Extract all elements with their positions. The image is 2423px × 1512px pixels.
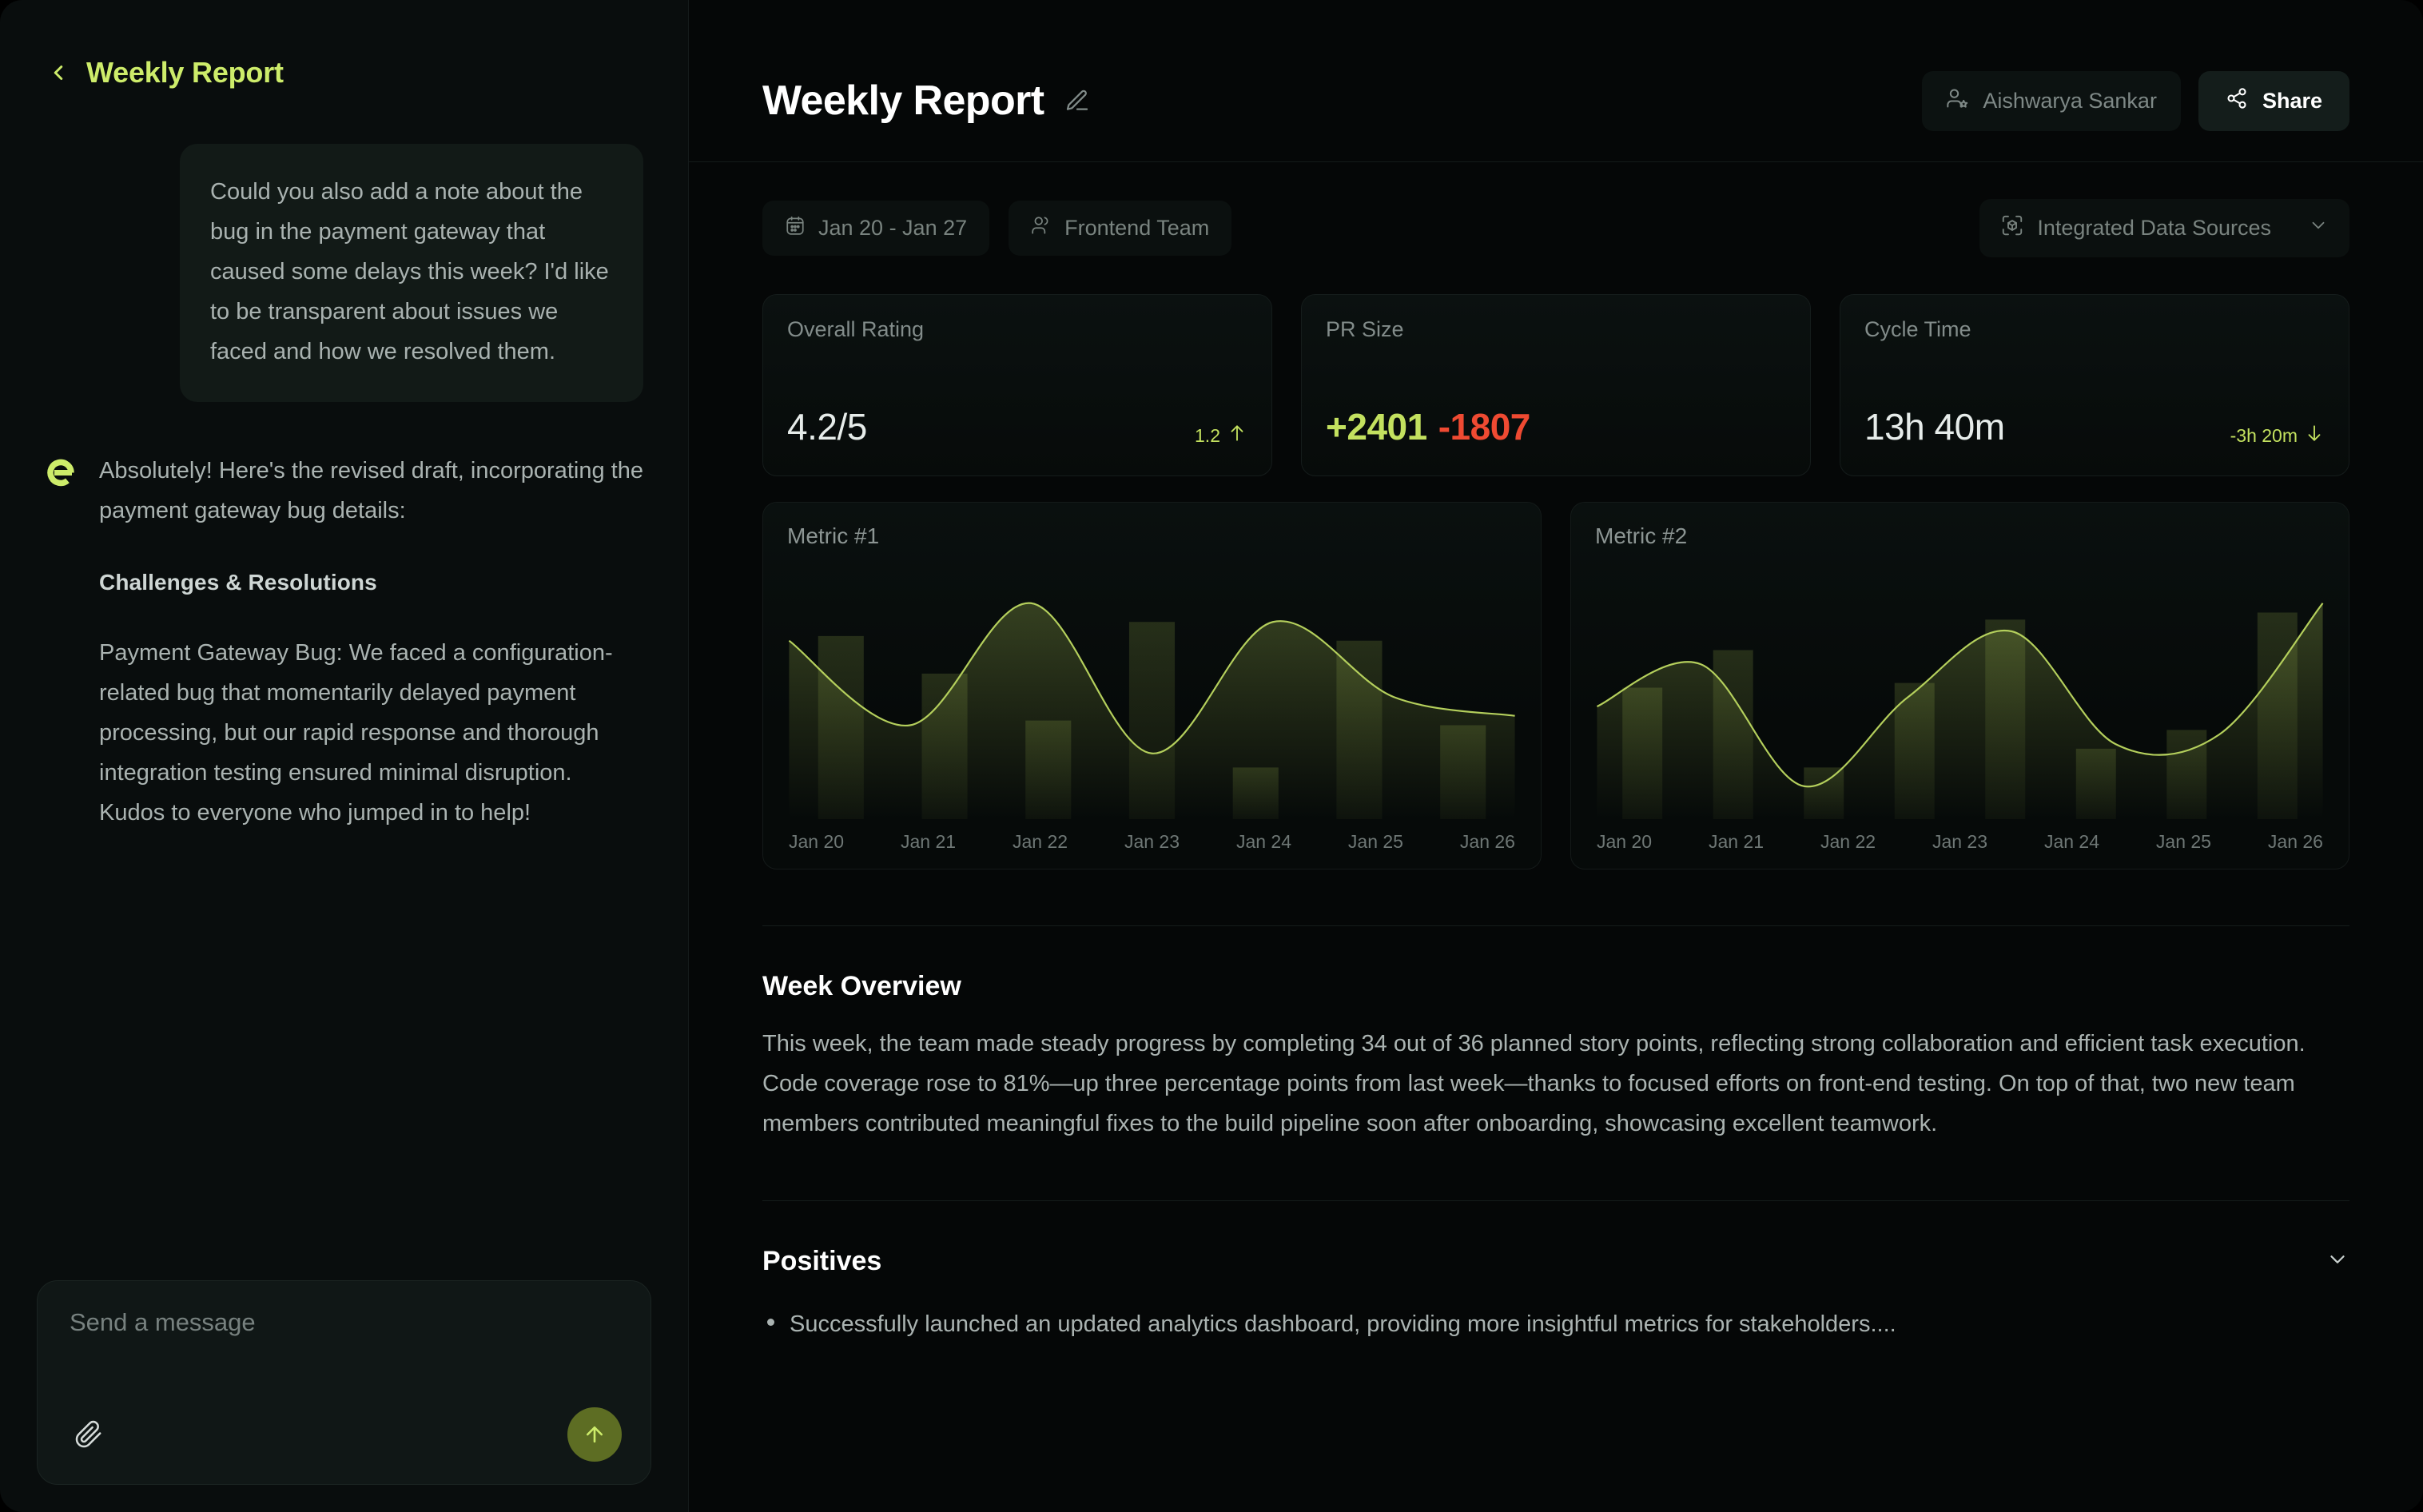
sidebar-header: Weekly Report <box>0 0 688 90</box>
report-content: Jan 20 - Jan 27 Frontend Team Integrated… <box>689 199 2423 1343</box>
positives-list: Successfully launched an updated analyti… <box>762 1306 2349 1343</box>
chart-x-tick: Jan 22 <box>1012 831 1068 852</box>
report-panel: Weekly Report Aishwarya Sankar Share Jan… <box>689 0 2423 1512</box>
message-composer[interactable]: Send a message <box>37 1280 651 1485</box>
chart-plot-area <box>1571 568 2349 819</box>
list-item: Successfully launched an updated analyti… <box>762 1306 2349 1343</box>
assistant-message-row: Absolutely! Here's the revised draft, in… <box>45 452 643 833</box>
stat-value: 4.2/5 <box>787 406 867 448</box>
positives-header[interactable]: Positives <box>762 1246 2349 1277</box>
assistant-paragraph: Payment Gateway Bug: We faced a configur… <box>99 640 613 826</box>
chart-x-axis: Jan 20 Jan 21 Jan 22 Jan 23 Jan 24 Jan 25 Jan … <box>778 831 1526 853</box>
chart-x-tick: Jan 21 <box>900 831 957 852</box>
stat-card-cycle-time: Cycle Time 13h 40m -3h 20m <box>1840 294 2349 476</box>
stat-delta: -3h 20m <box>2230 423 2325 448</box>
owner-chip[interactable]: Aishwarya Sankar <box>1922 70 2181 131</box>
team-label: Frontend Team <box>1064 216 1210 240</box>
date-range-chip[interactable]: Jan 20 - Jan 27 <box>762 201 990 256</box>
stat-bottom: 4.2/5 1.2 <box>787 405 1247 448</box>
positives-title: Positives <box>762 1245 882 1276</box>
assistant-intro-text: Absolutely! Here's the revised draft, in… <box>99 458 643 524</box>
calendar-icon <box>785 215 806 241</box>
message-input[interactable]: Send a message <box>70 1308 619 1337</box>
stat-cards-row: Overall Rating 4.2/5 1.2 PR Size +2401 -… <box>762 294 2349 476</box>
share-button[interactable]: Share <box>2198 70 2349 131</box>
header-divider <box>689 161 2423 162</box>
chat-sidebar: Weekly Report Could you also add a note … <box>0 0 689 1512</box>
data-sources-label: Integrated Data Sources <box>2037 216 2271 240</box>
stat-label: PR Size <box>1326 317 1404 341</box>
positives-divider <box>762 1200 2349 1201</box>
assistant-e-logo <box>45 456 77 488</box>
chart-x-tick: Jan 24 <box>1235 831 1291 852</box>
chart-x-tick: Jan 21 <box>1708 831 1765 852</box>
chart-title: Metric #1 <box>787 523 880 548</box>
metric-chart-2: Metric #2 Jan 20 Jan 21 Jan 22 Jan 23 Jan 24… <box>1570 502 2349 869</box>
chart-plot-area <box>763 568 1541 819</box>
chart-x-axis: Jan 20 Jan 21 Jan 22 Jan 23 Jan 24 Jan 25 Jan … <box>1585 831 2334 853</box>
composer-actions <box>70 1407 622 1462</box>
chart-area-fill <box>1597 603 2323 819</box>
assistant-subheading: Challenges & Resolutions <box>99 570 377 595</box>
chart-x-tick: Jan 20 <box>789 831 845 852</box>
owner-name: Aishwarya Sankar <box>1983 88 2157 113</box>
sidebar-title: Weekly Report <box>86 56 284 89</box>
chart-x-tick: Jan 26 <box>1459 831 1515 852</box>
chart-svg <box>763 568 1541 819</box>
overview-divider <box>762 925 2349 926</box>
report-header: Weekly Report Aishwarya Sankar Share <box>689 0 2423 141</box>
stat-value: 13h 40m <box>1864 406 2005 448</box>
arrow-up-icon <box>1227 423 1247 448</box>
chart-x-tick: Jan 25 <box>2155 831 2211 852</box>
chart-x-tick: Jan 25 <box>1347 831 1403 852</box>
stat-delta-value: 1.2 <box>1195 424 1220 446</box>
stat-card-overall-rating: Overall Rating 4.2/5 1.2 <box>762 294 1272 476</box>
stat-value: +2401 -1807 <box>1326 405 1530 448</box>
user-message-row: Could you also add a note about the bug … <box>45 144 643 403</box>
paperclip-icon[interactable] <box>70 1415 108 1454</box>
user-message-bubble: Could you also add a note about the bug … <box>180 144 643 403</box>
metric-charts-row: Metric #1 Jan 20 Jan 21 Jan 22 Jan 23 Jan 24… <box>762 502 2349 869</box>
chart-x-tick: Jan 20 <box>1597 831 1653 852</box>
users-icon <box>1031 215 1052 241</box>
data-sources-dropdown[interactable]: Integrated Data Sources <box>1979 199 2349 257</box>
send-message-button[interactable] <box>567 1407 622 1462</box>
stat-label: Cycle Time <box>1864 317 1971 341</box>
chart-x-tick: Jan 22 <box>1820 831 1876 852</box>
user-star-icon <box>1946 87 1968 115</box>
chevron-left-icon[interactable] <box>45 59 72 86</box>
app-root: Weekly Report Could you also add a note … <box>0 0 2423 1512</box>
stat-bottom: +2401 -1807 <box>1326 405 1786 448</box>
stat-delta: 1.2 <box>1195 423 1247 448</box>
filter-row: Jan 20 - Jan 27 Frontend Team Integrated… <box>762 199 2349 257</box>
stat-value-additions: +2401 <box>1326 406 1427 448</box>
cube-scan-icon <box>2000 213 2024 243</box>
chevron-down-icon <box>2308 215 2329 241</box>
share-nodes-icon <box>2226 87 2248 115</box>
page-title: Weekly Report <box>762 78 1044 124</box>
chevron-down-icon[interactable] <box>2326 1247 2349 1275</box>
chart-x-tick: Jan 23 <box>1932 831 1988 852</box>
chart-x-tick: Jan 26 <box>2267 831 2323 852</box>
chart-x-tick: Jan 23 <box>1124 831 1180 852</box>
stat-delta-value: -3h 20m <box>2230 424 2298 446</box>
chart-svg <box>1571 568 2349 819</box>
stat-value-deletions: -1807 <box>1438 406 1531 448</box>
arrow-down-icon <box>2304 423 2325 448</box>
team-chip[interactable]: Frontend Team <box>1009 201 1232 256</box>
chart-title: Metric #2 <box>1595 523 1688 548</box>
date-range-label: Jan 20 - Jan 27 <box>818 216 968 240</box>
stat-label: Overall Rating <box>787 317 925 341</box>
chart-x-tick: Jan 24 <box>2043 831 2099 852</box>
week-overview-body: This week, the team made steady progress… <box>762 1031 2306 1136</box>
stat-bottom: 13h 40m -3h 20m <box>1864 405 2325 448</box>
chat-message-list: Could you also add a note about the bug … <box>0 120 688 1312</box>
share-label: Share <box>2262 88 2322 113</box>
pencil-edit-icon[interactable] <box>1064 88 1090 113</box>
metric-chart-1: Metric #1 Jan 20 Jan 21 Jan 22 Jan 23 Jan 24… <box>762 502 1542 869</box>
stat-card-pr-size: PR Size +2401 -1807 <box>1301 294 1811 476</box>
assistant-message-body: Absolutely! Here's the revised draft, in… <box>99 452 643 833</box>
week-overview-title: Week Overview <box>762 971 961 1001</box>
